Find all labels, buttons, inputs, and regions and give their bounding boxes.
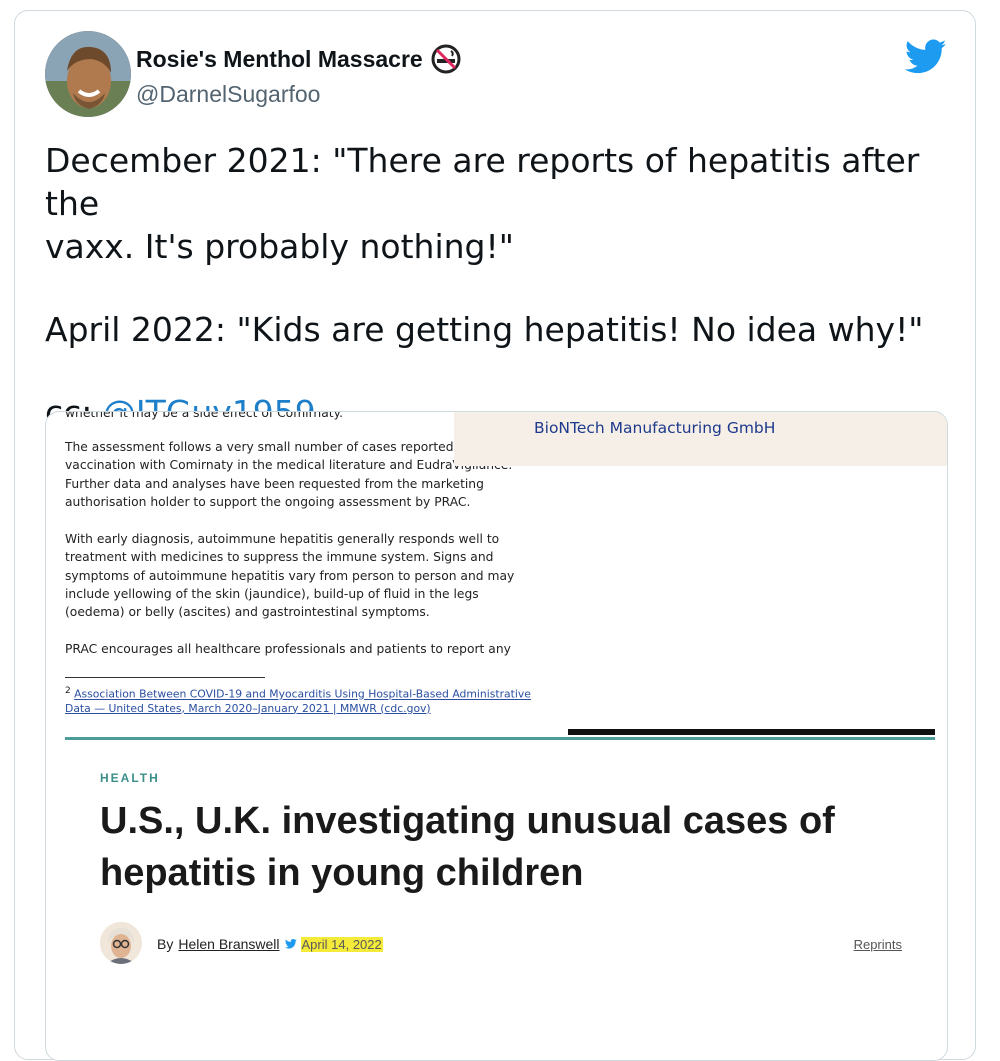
document-line: (oedema) or belly (ascites) and gastroin… [65,605,430,620]
author-link[interactable]: Helen Branswell [178,936,279,952]
document-line: symptoms of autoimmune hepatitis vary fr… [65,568,515,583]
user-handle[interactable]: @DarnelSugarfoo [136,81,320,108]
headline-line: hepatitis in young children [100,852,584,894]
article-section-label: HEALTH [100,771,160,785]
tweet-text-line: December 2021: "There are reports of hep… [45,141,920,223]
twitter-bird-icon[interactable] [904,39,947,75]
tweet-card: Rosie's Menthol Massacre @DarnelSugarfoo… [14,10,976,1061]
document-excerpt: whether it may be a side effect of Comir… [46,411,947,742]
avatar[interactable] [45,31,131,117]
document-line: With early diagnosis, autoimmune hepatit… [65,532,500,546]
cut-off-line: whether it may be a side effect of Comir… [65,411,344,420]
byline-prefix: By [157,936,174,952]
company-banner-text: BioNTech Manufacturing GmbH [534,419,776,437]
divider-bar [568,729,935,735]
document-line: treatment with medicines to suppress the… [65,550,494,565]
article-headline: U.S., U.K. investigating unusual cases o… [100,795,900,899]
no-smoking-icon [431,44,461,74]
display-name-text[interactable]: Rosie's Menthol Massacre [136,46,423,73]
attached-image[interactable]: whether it may be a side effect of Comir… [45,411,948,1061]
tweet-text-line: vaxx. It's probably nothing!" [45,227,514,266]
byline: By Helen Branswell April 14, 2022 [157,936,383,952]
tweet-paragraph-2: April 2022: "Kids are getting hepatitis!… [45,308,945,351]
tweet-text-line: April 2022: "Kids are getting hepatitis!… [45,310,924,349]
document-line: PRAC encourages all healthcare professio… [65,642,511,656]
footnote-link[interactable]: Data — United States, March 2020–January… [65,702,431,715]
twitter-bird-icon[interactable] [284,939,297,949]
footnote-divider [65,677,265,678]
publish-date: April 14, 2022 [300,936,383,952]
document-line: authorisation holder to support the ongo… [65,494,471,509]
news-article-header: HEALTH U.S., U.K. investigating unusual … [65,737,935,1010]
footnote-link[interactable]: Association Between COVID-19 and Myocard… [74,688,531,701]
display-name[interactable]: Rosie's Menthol Massacre [136,44,461,74]
headline-line: U.S., U.K. investigating unusual cases o… [100,800,835,842]
document-paragraph-3: PRAC encourages all healthcare professio… [65,640,535,658]
document-line: Further data and analyses have been requ… [65,476,484,491]
company-banner: BioNTech Manufacturing GmbH [454,412,947,466]
footnote: 2 Association Between COVID-19 and Myoca… [65,684,531,716]
tweet-paragraph-1: December 2021: "There are reports of hep… [45,139,945,268]
footnote-mark: 2 [65,686,71,696]
reprints-link[interactable]: Reprints [854,937,902,952]
author-avatar [100,922,142,964]
document-line: include yellowing of the skin (jaundice)… [65,586,479,601]
document-paragraph-2: With early diagnosis, autoimmune hepatit… [65,530,535,621]
